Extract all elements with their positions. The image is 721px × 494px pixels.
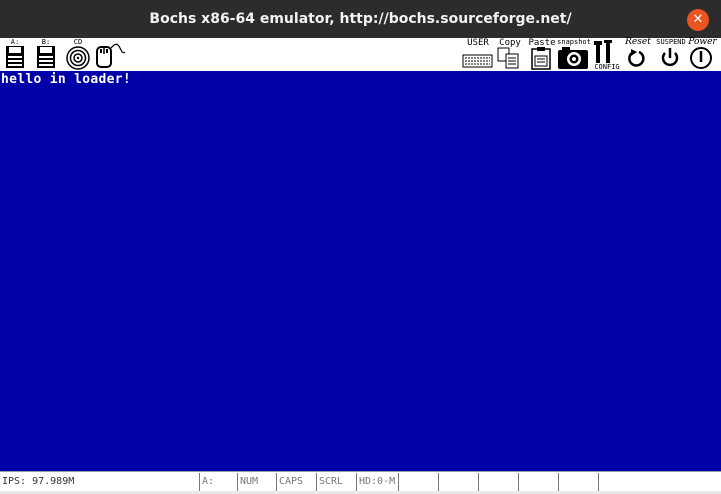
reset-icon [628,49,645,67]
window-title: Bochs x86-64 emulator, http://bochs.sour… [149,11,572,27]
floppy-icon [37,46,55,68]
scroll-lock-indicator: SCRL [317,473,357,491]
config-label: CONFIG [594,63,620,71]
emulator-screen[interactable]: hello in loader! [0,71,721,471]
floppy-a-button[interactable]: A: [2,38,28,71]
status-bar: IPS: 97.989M A: NUM CAPS SCRL HD:0-M [0,471,721,492]
cdrom-button[interactable]: CD [64,38,92,71]
caps-lock-indicator: CAPS [277,473,317,491]
suspend-button[interactable]: SUSPEND [654,38,688,71]
mouse-icon [96,43,126,68]
ips-indicator: IPS: 97.989M [0,473,200,491]
copy-icon [497,47,519,69]
keyboard-icon [462,54,493,68]
camera-icon [558,47,588,69]
power-icon [690,47,712,69]
paste-icon [531,47,551,70]
hd-indicator: HD:0-M [357,473,399,491]
snapshot-button[interactable]: snapshot [556,38,592,71]
floppy-b-button[interactable]: B: [33,38,59,71]
paste-button[interactable]: Paste [528,38,556,71]
close-icon: ✕ [692,12,704,27]
screen-text-line: hello in loader! [1,72,132,87]
mouse-capture-button[interactable] [94,38,126,71]
floppy-icon [6,46,24,68]
user-button[interactable]: USER [462,38,494,71]
power-button[interactable]: Power [686,38,719,71]
status-slot [399,473,439,491]
reset-button[interactable]: Reset [622,38,654,71]
suspend-icon [661,48,679,67]
config-button[interactable]: CONFIG [592,38,622,71]
status-slot [519,473,559,491]
close-button[interactable]: ✕ [687,9,709,31]
status-slot [599,473,721,491]
bochs-toolbar: A: B: CD USER Copy Paste snapshot CONFIG… [0,38,721,71]
num-lock-indicator: NUM [238,473,277,491]
cdrom-icon [66,46,90,70]
window-titlebar[interactable]: Bochs x86-64 emulator, http://bochs.sour… [0,0,721,38]
copy-button[interactable]: Copy [496,38,524,71]
status-slot [479,473,519,491]
status-slot [439,473,479,491]
floppy-indicator: A: [200,473,238,491]
status-slot [559,473,599,491]
